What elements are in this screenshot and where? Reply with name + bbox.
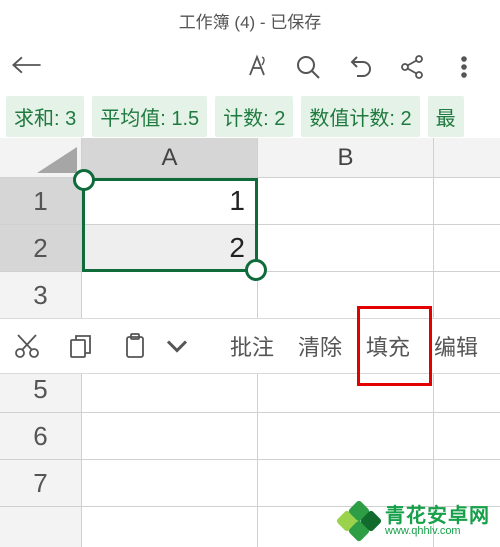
cell-B3[interactable] bbox=[258, 272, 434, 318]
column-header-next[interactable] bbox=[434, 138, 500, 177]
watermark: 青花安卓网 www.qhhlv.com bbox=[337, 501, 490, 541]
selection-handle-top-left[interactable] bbox=[73, 169, 95, 191]
selection-handle-bottom-right[interactable] bbox=[245, 259, 267, 281]
paste-options-button[interactable] bbox=[162, 318, 198, 374]
cell-A7[interactable] bbox=[82, 460, 258, 506]
spreadsheet-grid[interactable]: A B 1 1 2 2 3 5 6 7 bbox=[0, 138, 500, 547]
cell-A3[interactable] bbox=[82, 272, 258, 318]
stat-count[interactable]: 计数: 2 bbox=[215, 96, 293, 137]
cell-B6[interactable] bbox=[258, 413, 434, 459]
edit-button[interactable]: 编辑 bbox=[422, 318, 490, 374]
back-button[interactable] bbox=[10, 52, 44, 83]
paste-button[interactable] bbox=[108, 318, 162, 374]
stat-more[interactable]: 最 bbox=[428, 96, 464, 137]
document-title: 工作簿 (4) - 已保存 bbox=[179, 8, 322, 33]
title-bar: 工作簿 (4) - 已保存 bbox=[0, 0, 500, 40]
row-header-8[interactable] bbox=[0, 507, 82, 547]
row-6: 6 bbox=[0, 413, 500, 460]
context-toolbar: 批注 清除 填充 编辑 bbox=[0, 318, 500, 374]
undo-button[interactable] bbox=[334, 43, 386, 91]
fill-button[interactable]: 填充 bbox=[354, 318, 422, 374]
top-toolbar bbox=[0, 40, 500, 94]
cell-A6[interactable] bbox=[82, 413, 258, 459]
column-header-A[interactable]: A bbox=[82, 138, 258, 177]
row-header-2[interactable]: 2 bbox=[0, 225, 82, 271]
cut-button[interactable] bbox=[0, 318, 54, 374]
column-header-B[interactable]: B bbox=[258, 138, 434, 177]
clear-button[interactable]: 清除 bbox=[286, 318, 354, 374]
more-menu-button[interactable] bbox=[438, 43, 490, 91]
watermark-icon bbox=[337, 501, 377, 541]
stat-sum[interactable]: 求和: 3 bbox=[6, 96, 84, 137]
share-button[interactable] bbox=[386, 43, 438, 91]
cell-C6[interactable] bbox=[434, 413, 500, 459]
copy-button[interactable] bbox=[54, 318, 108, 374]
stat-avg[interactable]: 平均值: 1.5 bbox=[92, 96, 207, 137]
cell-A1[interactable]: 1 bbox=[82, 178, 258, 224]
select-all-icon bbox=[37, 147, 77, 173]
row-7: 7 bbox=[0, 460, 500, 507]
cell-C1[interactable] bbox=[434, 178, 500, 224]
cell-C2[interactable] bbox=[434, 225, 500, 271]
select-all-corner[interactable] bbox=[0, 138, 82, 177]
cell-B2[interactable] bbox=[258, 225, 434, 271]
cell-C3[interactable] bbox=[434, 272, 500, 318]
watermark-url: www.qhhlv.com bbox=[385, 526, 490, 537]
stat-ncount[interactable]: 数值计数: 2 bbox=[301, 96, 419, 137]
row-header-1[interactable]: 1 bbox=[0, 178, 82, 224]
annotate-button[interactable]: 批注 bbox=[218, 318, 286, 374]
stats-bar: 求和: 3 平均值: 1.5 计数: 2 数值计数: 2 最 bbox=[0, 94, 500, 138]
watermark-title: 青花安卓网 bbox=[385, 506, 490, 526]
cell-C7[interactable] bbox=[434, 460, 500, 506]
cell-A8[interactable] bbox=[82, 507, 258, 547]
cell-B7[interactable] bbox=[258, 460, 434, 506]
search-button[interactable] bbox=[282, 43, 334, 91]
cell-B1[interactable] bbox=[258, 178, 434, 224]
row-header-6[interactable]: 6 bbox=[0, 413, 82, 459]
cell-A2[interactable]: 2 bbox=[82, 225, 258, 271]
font-style-button[interactable] bbox=[230, 43, 282, 91]
row-header-7[interactable]: 7 bbox=[0, 460, 82, 506]
row-header-3[interactable]: 3 bbox=[0, 272, 82, 318]
